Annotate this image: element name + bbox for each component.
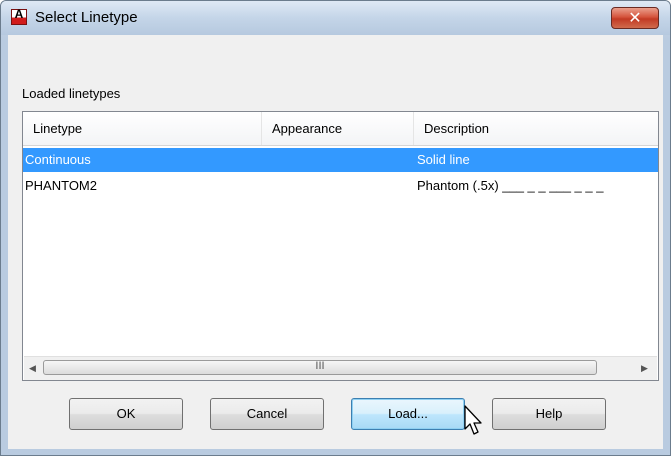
ok-button[interactable]: OK	[69, 398, 183, 430]
autocad-app-icon: A	[11, 7, 27, 25]
app-icon-letter: A	[14, 7, 24, 21]
table-row-continuous[interactable]: Continuous Solid line	[23, 148, 658, 172]
horizontal-scrollbar[interactable]: ◀ III ▶	[24, 356, 657, 380]
window-title: Select Linetype	[35, 9, 138, 26]
close-icon: ✕	[628, 8, 642, 27]
row-description: Phantom (.5x) ___ _ _ ___ _ _ _	[417, 178, 604, 193]
scroll-right-icon[interactable]: ▶	[636, 357, 653, 380]
column-header-description[interactable]: Description	[414, 112, 658, 145]
row-description: Solid line	[417, 152, 470, 167]
select-linetype-dialog: A Select Linetype ✕ Loaded linetypes Lin…	[0, 0, 671, 456]
row-linetype-name: Continuous	[25, 152, 91, 167]
table-row-phantom2[interactable]: PHANTOM2 Phantom (.5x) ___ _ _ ___ _ _ _	[23, 174, 658, 198]
row-linetype-name: PHANTOM2	[25, 178, 97, 193]
close-button[interactable]: ✕	[611, 7, 659, 29]
scroll-left-icon[interactable]: ◀	[24, 357, 41, 380]
scrollbar-thumb[interactable]: III	[43, 360, 597, 375]
linetype-list[interactable]: Linetype Appearance Description Continuo…	[22, 111, 659, 381]
title-bar[interactable]: A Select Linetype ✕	[1, 1, 670, 35]
column-header-linetype[interactable]: Linetype	[23, 112, 262, 145]
dialog-body-top	[8, 35, 663, 71]
cancel-button[interactable]: Cancel	[210, 398, 324, 430]
scroll-grip-icon: III	[315, 360, 325, 372]
column-header-appearance[interactable]: Appearance	[262, 112, 414, 145]
loaded-linetypes-label: Loaded linetypes	[22, 86, 121, 101]
list-header: Linetype Appearance Description	[23, 112, 658, 146]
help-button[interactable]: Help	[492, 398, 606, 430]
mouse-pointer-icon	[464, 405, 482, 435]
load-button[interactable]: Load...	[351, 398, 465, 430]
